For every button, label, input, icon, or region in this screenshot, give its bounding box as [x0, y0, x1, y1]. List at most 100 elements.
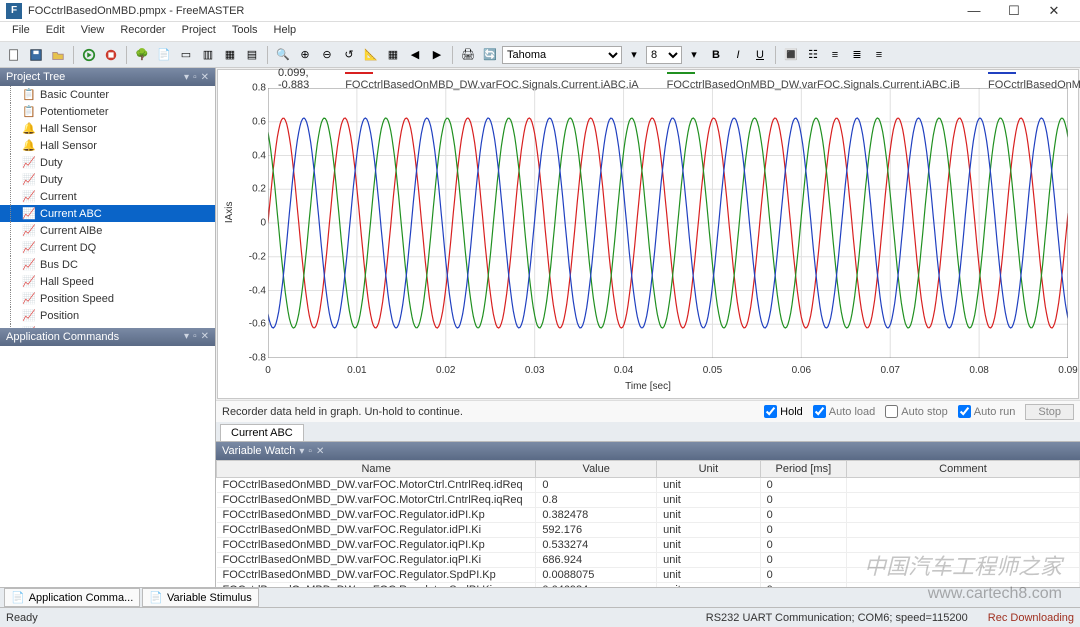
bold-icon[interactable]: B [706, 45, 726, 65]
watch-col-header[interactable]: Comment [846, 461, 1079, 478]
tree-item-label: Bus DC [40, 259, 78, 271]
watch-cell: FOCctrlBasedOnMBD_DW.varFOC.MotorCtrl.Cn… [217, 478, 536, 493]
dock3-icon[interactable]: ▫ [308, 446, 312, 457]
bottom-tab[interactable]: 📄Application Comma... [4, 588, 140, 607]
view1-icon[interactable]: ▥ [198, 45, 218, 65]
menu-view[interactable]: View [73, 22, 113, 41]
detail-icon[interactable]: 📄 [154, 45, 174, 65]
ruler-icon[interactable]: 📐 [361, 45, 381, 65]
close-button[interactable]: ✕ [1034, 0, 1074, 22]
watch-row[interactable]: FOCctrlBasedOnMBD_DW.varFOC.Regulator.Sp… [217, 568, 1080, 583]
tree-item[interactable]: 📋Basic Counter [0, 86, 215, 103]
chart-area[interactable]: 0.099, -0.883 FOCctrlBasedOnMBD_DW.varFO… [217, 69, 1079, 399]
layout-icon[interactable]: ☷ [803, 45, 823, 65]
font-select[interactable]: Tahoma [502, 46, 622, 64]
watch-cell: 0.646984 [536, 583, 657, 588]
align-center-icon[interactable]: ≣ [847, 45, 867, 65]
stop-button[interactable]: Stop [1025, 404, 1074, 420]
watch-cell: unit [657, 568, 761, 583]
hold-checkbox[interactable]: Hold [764, 405, 803, 418]
italic-icon[interactable]: I [728, 45, 748, 65]
watch-row[interactable]: FOCctrlBasedOnMBD_DW.varFOC.Regulator.iq… [217, 538, 1080, 553]
menu-help[interactable]: Help [266, 22, 305, 41]
maximize-button[interactable]: ☐ [994, 0, 1034, 22]
watch-col-header[interactable]: Name [217, 461, 536, 478]
tree-item[interactable]: 📋Potentiometer [0, 103, 215, 120]
panel-icon[interactable]: ▭ [176, 45, 196, 65]
y-tick: -0.4 [244, 285, 266, 296]
close2-icon[interactable]: ✕ [201, 331, 209, 342]
zoom-full-icon[interactable]: 🔍 [273, 45, 293, 65]
tree-item-label: Hall Speed [40, 276, 94, 288]
menu-tools[interactable]: Tools [224, 22, 266, 41]
watch-row[interactable]: FOCctrlBasedOnMBD_DW.varFOC.Regulator.Sp… [217, 583, 1080, 588]
view2-icon[interactable]: ▦ [220, 45, 240, 65]
next-icon[interactable]: ▶ [427, 45, 447, 65]
view3-icon[interactable]: ▤ [242, 45, 262, 65]
tree-item[interactable]: 📈Position Speed [0, 290, 215, 307]
autoload-checkbox[interactable]: Auto load [813, 405, 875, 418]
grid-icon[interactable]: ▦ [383, 45, 403, 65]
menu-edit[interactable]: Edit [38, 22, 73, 41]
tree-item[interactable]: 📈Current DQ [0, 239, 215, 256]
zoom-out-icon[interactable]: ⊖ [317, 45, 337, 65]
pin-icon[interactable]: ▾ [184, 72, 189, 83]
new-icon[interactable] [4, 45, 24, 65]
menu-file[interactable]: File [4, 22, 38, 41]
dock2-icon[interactable]: ▫ [193, 331, 197, 342]
watch-row[interactable]: FOCctrlBasedOnMBD_DW.varFOC.Regulator.id… [217, 523, 1080, 538]
underline-icon[interactable]: U [750, 45, 770, 65]
autorun-checkbox[interactable]: Auto run [958, 405, 1016, 418]
watch-row[interactable]: FOCctrlBasedOnMBD_DW.varFOC.MotorCtrl.Cn… [217, 478, 1080, 493]
close3-icon[interactable]: ✕ [316, 446, 324, 457]
tab-current-abc[interactable]: Current ABC [220, 424, 304, 441]
dropdown-icon[interactable]: ▾ [624, 45, 644, 65]
project-tree[interactable]: 📋Basic Counter📋Potentiometer🔔Hall Sensor… [0, 86, 215, 328]
menu-recorder[interactable]: Recorder [112, 22, 173, 41]
pin2-icon[interactable]: ▾ [184, 331, 189, 342]
dropdown2-icon[interactable]: ▾ [684, 45, 704, 65]
font-size-select[interactable]: 8 [646, 46, 682, 64]
align-left-icon[interactable]: ≡ [825, 45, 845, 65]
bottom-tab[interactable]: 📄Variable Stimulus [142, 588, 258, 607]
color-icon[interactable]: 🔳 [781, 45, 801, 65]
variable-watch[interactable]: NameValueUnitPeriod [ms]Comment FOCctrlBa… [216, 460, 1080, 587]
watch-col-header[interactable]: Period [ms] [760, 461, 846, 478]
autostop-checkbox[interactable]: Auto stop [885, 405, 947, 418]
tree-icon[interactable]: 🌳 [132, 45, 152, 65]
x-tick: 0.09 [1058, 365, 1077, 376]
zoom-reset-icon[interactable]: ↺ [339, 45, 359, 65]
close-panel-icon[interactable]: ✕ [201, 72, 209, 83]
watch-cell: 0 [760, 568, 846, 583]
align-right-icon[interactable]: ≡ [869, 45, 889, 65]
tree-item[interactable]: 📈Hall Speed [0, 273, 215, 290]
watch-col-header[interactable]: Unit [657, 461, 761, 478]
open-icon[interactable] [48, 45, 68, 65]
zoom-in-icon[interactable]: ⊕ [295, 45, 315, 65]
tree-item[interactable]: 📈Current AlBe [0, 222, 215, 239]
tree-item[interactable]: 📈 Bus DC [0, 256, 215, 273]
tree-item[interactable]: 📈Duty [0, 154, 215, 171]
tree-item-icon: 📈 [22, 258, 36, 271]
tree-item[interactable]: 📈Duty [0, 171, 215, 188]
tree-item[interactable]: 📈Position [0, 307, 215, 324]
tree-item[interactable]: 🔔Hall Sensor [0, 120, 215, 137]
dock-icon[interactable]: ▫ [193, 72, 197, 83]
watch-row[interactable]: FOCctrlBasedOnMBD_DW.varFOC.Regulator.id… [217, 508, 1080, 523]
tree-item[interactable]: 🔔Hall Sensor [0, 137, 215, 154]
stop-icon[interactable] [101, 45, 121, 65]
prev-icon[interactable]: ◀ [405, 45, 425, 65]
save-icon[interactable] [26, 45, 46, 65]
watch-col-header[interactable]: Value [536, 461, 657, 478]
minimize-button[interactable]: — [954, 0, 994, 22]
menu-project[interactable]: Project [174, 22, 224, 41]
pin3-icon[interactable]: ▾ [299, 446, 304, 457]
tree-item-label: Potentiometer [40, 106, 108, 118]
print-icon[interactable]: 🖨 [458, 45, 478, 65]
go-icon[interactable] [79, 45, 99, 65]
tree-item[interactable]: 📈Current ABC [0, 205, 215, 222]
refresh-icon[interactable]: 🔄 [480, 45, 500, 65]
watch-row[interactable]: FOCctrlBasedOnMBD_DW.varFOC.Regulator.iq… [217, 553, 1080, 568]
tree-item[interactable]: 📈Current [0, 188, 215, 205]
watch-row[interactable]: FOCctrlBasedOnMBD_DW.varFOC.MotorCtrl.Cn… [217, 493, 1080, 508]
